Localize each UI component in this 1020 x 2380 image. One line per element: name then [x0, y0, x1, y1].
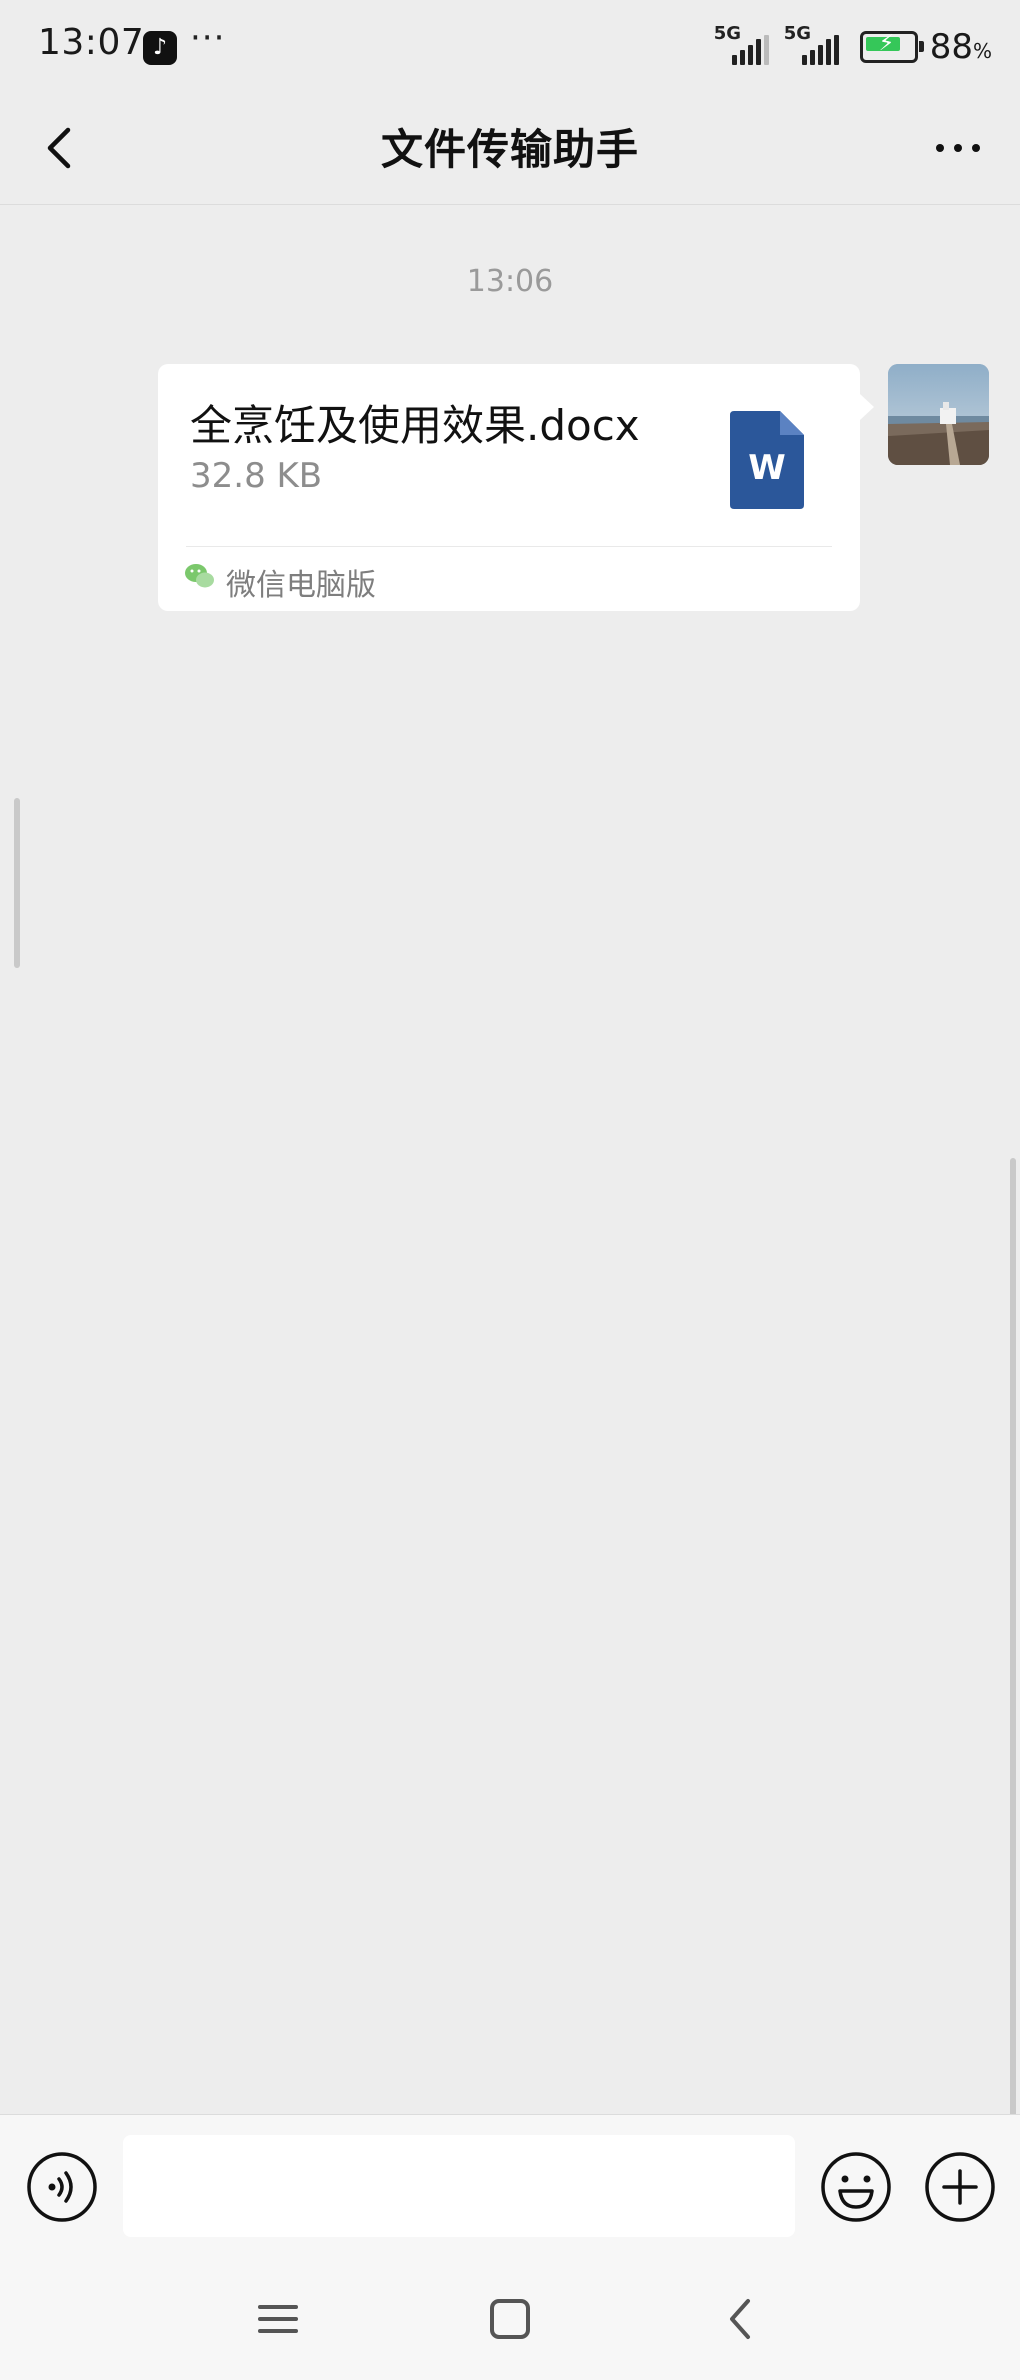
message-timestamp: 13:06: [466, 264, 554, 299]
plus-circle-icon[interactable]: [924, 2151, 996, 2223]
battery-icon: ⚡: [859, 31, 924, 63]
avatar[interactable]: [888, 364, 989, 465]
status-time: 13:07: [38, 22, 145, 63]
status-indicators: 5G 5G ⚡ 88%: [714, 22, 992, 72]
message-input-bar: [0, 2114, 1020, 2260]
network-type-label-2: 5G: [783, 23, 812, 44]
network-type-label: 5G: [713, 23, 742, 44]
scroll-indicator-left: [14, 798, 20, 968]
source-label: 微信电脑版: [226, 568, 376, 603]
cellular-signal-icon-2: 5G: [784, 23, 842, 65]
page-title: 文件传输助手: [380, 125, 639, 174]
file-size: 32.8 KB: [190, 456, 323, 496]
more-horizontal-icon[interactable]: [926, 116, 990, 180]
cellular-signal-icon: 5G: [714, 23, 772, 65]
back-arrow-icon[interactable]: [712, 2289, 772, 2349]
wechat-icon: [185, 564, 214, 588]
file-message-bubble[interactable]: 全烹饪及使用效果.docx 32.8 KB W 微信电脑版: [158, 364, 874, 611]
system-navigation-bar: [0, 2259, 1020, 2380]
battery-percent: 88%: [929, 27, 992, 67]
status-overflow-dots: ···: [190, 18, 226, 58]
emoji-icon[interactable]: [820, 2151, 892, 2223]
word-document-icon: W: [730, 411, 804, 509]
message-input[interactable]: [123, 2135, 795, 2237]
word-icon-letter: W: [748, 448, 786, 488]
chat-header: 文件传输助手: [0, 96, 1020, 205]
file-name: 全烹饪及使用效果.docx: [190, 401, 640, 450]
bubble-divider: [186, 546, 832, 547]
charging-bolt-icon: ⚡: [878, 31, 895, 56]
status-bar: 13:07 ♪ ··· 5G 5G ⚡ 88%: [0, 0, 1020, 96]
home-square-icon[interactable]: [480, 2289, 540, 2349]
scrollbar[interactable]: [1010, 1158, 1016, 2118]
menu-icon[interactable]: [248, 2289, 308, 2349]
voice-icon[interactable]: [26, 2151, 98, 2223]
avatar-image: [888, 364, 989, 465]
tiktok-icon: ♪: [143, 31, 177, 65]
